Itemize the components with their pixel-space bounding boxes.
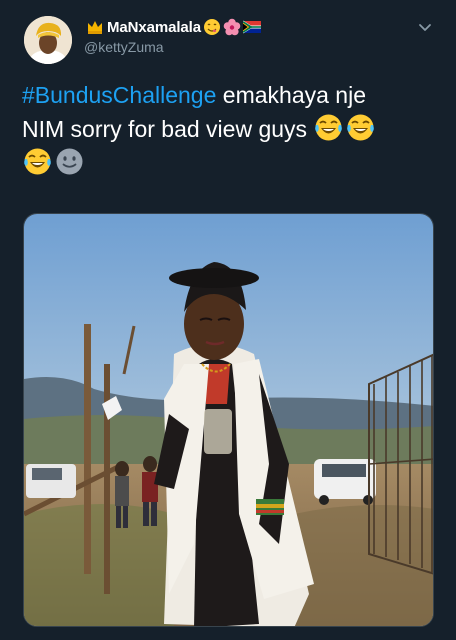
tweet-text: #BundusChallenge emakhaya nje NIM sorry … <box>22 78 434 180</box>
tweet-photo[interactable] <box>23 213 434 627</box>
hibiscus-icon <box>223 18 241 36</box>
tears-of-joy-icon <box>22 146 53 177</box>
slight-smile-icon <box>54 146 85 177</box>
display-name-row: MaNxamalala <box>84 16 261 38</box>
author-block[interactable]: MaNxamalala @kettyZuma <box>84 16 261 55</box>
avatar[interactable] <box>24 16 72 64</box>
crown-icon <box>86 18 104 36</box>
tears-of-joy-icon <box>345 112 376 143</box>
south-africa-flag-icon <box>242 18 261 36</box>
yum-face-icon <box>203 18 221 36</box>
chevron-down-icon[interactable] <box>416 18 434 36</box>
display-name[interactable]: MaNxamalala <box>107 19 201 36</box>
tears-of-joy-icon <box>313 112 344 143</box>
user-handle[interactable]: @kettyZuma <box>84 39 261 55</box>
hashtag-link[interactable]: #BundusChallenge <box>22 82 216 108</box>
tweet-text-line1: emakhaya nje <box>216 82 366 108</box>
tweet-text-line2: NIM sorry for bad view guys <box>22 116 308 142</box>
tweet-card: MaNxamalala @kettyZuma #BundusChallenge … <box>0 0 456 640</box>
